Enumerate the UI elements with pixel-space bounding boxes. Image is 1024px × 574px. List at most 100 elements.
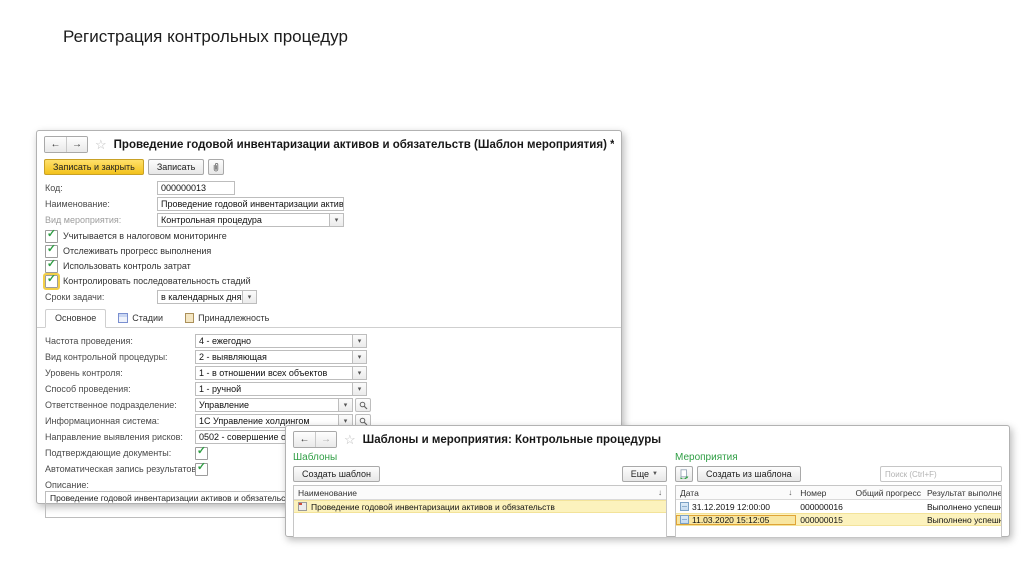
kind-value: Контрольная процедура bbox=[161, 215, 262, 225]
more-label: Еще bbox=[630, 469, 650, 479]
templates-panel: Шаблоны Создать шаблон Еще ▼ Наименовани… bbox=[293, 452, 667, 538]
event-item-icon bbox=[680, 502, 689, 511]
template-row[interactable]: Проведение годовой инвентаризации активо… bbox=[294, 500, 666, 513]
events-panel: Мероприятия Создать из шаблона Дата ↓ Но… bbox=[675, 452, 1002, 538]
back-button[interactable]: ← bbox=[294, 432, 315, 447]
check-icon: ✓ bbox=[196, 461, 207, 473]
window1-toolbar: Записать и закрыть Записать bbox=[37, 156, 621, 179]
save-button[interactable]: Записать bbox=[147, 159, 205, 175]
result-column-header[interactable]: Результат выполнения bbox=[923, 488, 1001, 498]
attachment-button[interactable] bbox=[208, 159, 225, 175]
event-date: 31.12.2019 12:00:00 bbox=[692, 501, 770, 512]
frequency-value: 4 - ежегодно bbox=[199, 336, 252, 346]
code-input[interactable]: 000000013 bbox=[157, 181, 235, 195]
refresh-icon bbox=[680, 469, 689, 479]
events-table-header: Дата ↓ Номер Общий прогресс Результат вы… bbox=[676, 486, 1001, 500]
template-name: Проведение годовой инвентаризации активо… bbox=[311, 501, 555, 512]
progress-column-header[interactable]: Общий прогресс bbox=[852, 488, 924, 498]
procedure-kind-label: Вид контрольной процедуры: bbox=[45, 352, 168, 362]
templates-table: Наименование ↓ Проведение годовой инвент… bbox=[293, 485, 667, 538]
tab-main[interactable]: Основное bbox=[45, 309, 107, 328]
form-tabs: Основное Стадии Принадлежность bbox=[37, 309, 621, 328]
chevron-down-icon[interactable]: ▾ bbox=[242, 291, 256, 303]
template-item-icon bbox=[298, 502, 307, 511]
event-number: 000000016 bbox=[800, 501, 843, 512]
selected-date-cell[interactable]: 11.03.2020 15:12:05 bbox=[676, 514, 797, 525]
checkbox-row-costs: ✓ Использовать контроль затрат bbox=[45, 259, 613, 273]
control-level-combo[interactable]: 1 - в отношении всех объектов ▾ bbox=[195, 366, 367, 380]
save-close-button[interactable]: Записать и закрыть bbox=[44, 159, 144, 175]
templates-header: Шаблоны bbox=[293, 452, 338, 463]
kind-combo[interactable]: Контрольная процедура ▾ bbox=[157, 213, 344, 227]
task-term-label: Сроки задачи: bbox=[45, 292, 105, 302]
chevron-down-icon[interactable]: ▾ bbox=[352, 367, 366, 379]
forward-button[interactable]: → bbox=[315, 432, 336, 447]
more-button[interactable]: Еще ▼ bbox=[621, 466, 667, 482]
favorite-star-icon[interactable]: ☆ bbox=[344, 433, 356, 446]
nav-buttons: ← → bbox=[293, 431, 337, 448]
tab-label: Основное bbox=[55, 313, 97, 323]
tab-stages[interactable]: Стадии bbox=[108, 309, 173, 328]
progress-column-label: Общий прогресс bbox=[855, 487, 921, 498]
name-column-header[interactable]: Наименование ↓ bbox=[294, 488, 666, 498]
method-label: Способ проведения: bbox=[45, 384, 131, 394]
tax-monitoring-checkbox[interactable]: ✓ bbox=[45, 228, 58, 243]
templates-table-header: Наименование ↓ bbox=[294, 486, 666, 500]
task-term-value: в календарных днях bbox=[161, 292, 242, 302]
frequency-combo[interactable]: 4 - ежегодно ▾ bbox=[195, 334, 367, 348]
number-column-label: Номер bbox=[800, 487, 827, 498]
confirm-docs-checkbox[interactable]: ✓ bbox=[195, 446, 208, 460]
event-row[interactable]: 31.12.2019 12:00:00 000000016 Выполнено … bbox=[676, 500, 1001, 513]
refresh-button[interactable] bbox=[675, 466, 693, 482]
templates-toolbar: Создать шаблон Еще ▼ bbox=[293, 466, 667, 482]
info-system-label: Информационная система: bbox=[45, 416, 160, 426]
sort-desc-icon: ↓ bbox=[788, 488, 793, 497]
tab-belonging[interactable]: Принадлежность bbox=[175, 309, 279, 328]
number-column-header[interactable]: Номер bbox=[796, 488, 851, 498]
confirm-docs-label: Подтверждающие документы: bbox=[45, 448, 172, 458]
code-label: Код: bbox=[45, 183, 63, 193]
department-open-button[interactable] bbox=[355, 398, 371, 412]
cost-control-checkbox[interactable]: ✓ bbox=[45, 259, 58, 273]
procedure-kind-row: Вид контрольной процедуры: 2 - выявляюща… bbox=[45, 350, 613, 364]
chevron-down-icon[interactable]: ▾ bbox=[338, 399, 352, 411]
check-icon: ✓ bbox=[46, 228, 57, 240]
stage-sequence-checkbox[interactable]: ✓ bbox=[43, 272, 60, 290]
forward-icon: → bbox=[321, 434, 331, 445]
control-level-value: 1 - в отношении всех объектов bbox=[199, 368, 328, 378]
name-field-row: Наименование: Проведение годовой инвента… bbox=[45, 197, 613, 211]
task-term-combo[interactable]: в календарных днях ▾ bbox=[157, 290, 257, 304]
favorite-star-icon[interactable]: ☆ bbox=[95, 138, 107, 151]
procedure-kind-combo[interactable]: 2 - выявляющая ▾ bbox=[195, 350, 367, 364]
date-column-header[interactable]: Дата ↓ bbox=[676, 488, 796, 498]
track-progress-checkbox[interactable]: ✓ bbox=[45, 244, 58, 258]
nav-buttons: ← → bbox=[44, 136, 88, 153]
chevron-down-icon: ▼ bbox=[652, 471, 658, 477]
department-combo[interactable]: Управление ▾ bbox=[195, 398, 353, 412]
method-combo[interactable]: 1 - ручной ▾ bbox=[195, 382, 367, 396]
auto-record-checkbox[interactable]: ✓ bbox=[195, 461, 208, 476]
event-date: 11.03.2020 15:12:05 bbox=[692, 514, 770, 525]
department-value: Управление bbox=[199, 400, 250, 410]
back-icon: ← bbox=[299, 434, 310, 445]
chevron-down-icon[interactable]: ▾ bbox=[352, 335, 366, 347]
procedure-kind-value: 2 - выявляющая bbox=[199, 352, 267, 362]
create-from-template-button[interactable]: Создать из шаблона bbox=[697, 466, 801, 482]
events-toolbar: Создать из шаблона bbox=[675, 466, 1002, 482]
sort-desc-icon: ↓ bbox=[658, 488, 662, 497]
name-input[interactable]: Проведение годовой инвентаризации активо… bbox=[157, 197, 344, 211]
department-row: Ответственное подразделение: Управление … bbox=[45, 398, 613, 412]
name-column-label: Наименование bbox=[298, 487, 357, 498]
search-input[interactable] bbox=[880, 466, 1002, 482]
event-row-selected[interactable]: 11.03.2020 15:12:05 000000015 Выполнено … bbox=[676, 513, 1001, 526]
tab-label: Стадии bbox=[132, 313, 164, 323]
chevron-down-icon[interactable]: ▾ bbox=[352, 351, 366, 363]
back-button[interactable]: ← bbox=[45, 137, 66, 152]
chevron-down-icon[interactable]: ▾ bbox=[352, 383, 366, 395]
forward-button[interactable]: → bbox=[66, 137, 87, 152]
method-value: 1 - ручной bbox=[199, 384, 242, 394]
create-template-button[interactable]: Создать шаблон bbox=[293, 466, 381, 482]
checkbox-label: Учитывается в налоговом мониторинге bbox=[63, 231, 227, 241]
chevron-down-icon[interactable]: ▾ bbox=[329, 214, 343, 226]
checkbox-label: Использовать контроль затрат bbox=[63, 261, 191, 271]
